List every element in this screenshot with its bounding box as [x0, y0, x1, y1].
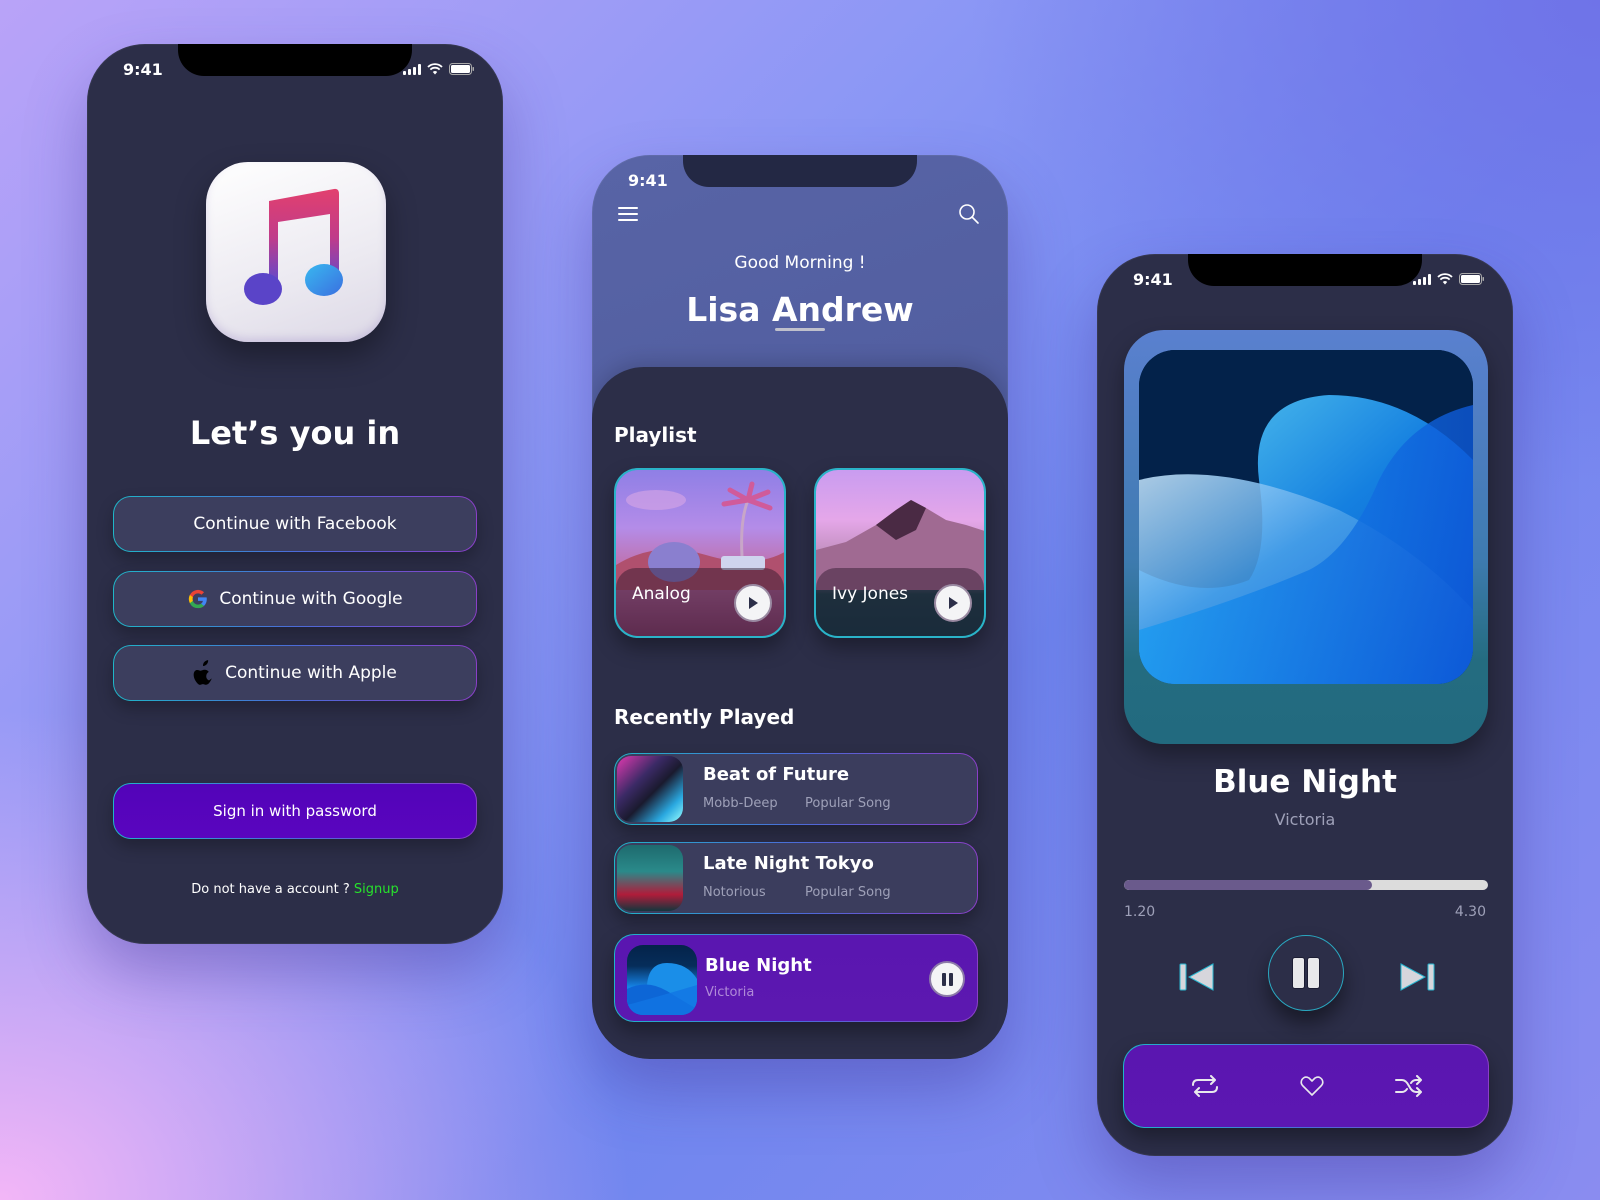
play-pause-button[interactable] — [1268, 935, 1344, 1011]
play-icon — [949, 597, 958, 609]
login-screen: 9:41 Let’s you in Continue with Facebook… — [87, 44, 503, 944]
track-tag: Popular Song — [805, 796, 891, 811]
search-icon[interactable] — [958, 203, 980, 225]
track-row[interactable]: Beat of Future Mobb-Deep Popular Song — [614, 753, 978, 825]
button-label: Continue with Apple — [225, 663, 397, 683]
battery-icon — [449, 63, 475, 75]
home-screen: 9:41 Good Morning ! Lisa Andrew Playlist… — [592, 155, 1008, 1059]
heart-icon — [1300, 1076, 1324, 1096]
repeat-icon — [1192, 1075, 1218, 1097]
now-playing-artist: Victoria — [705, 985, 755, 1000]
pause-icon — [941, 972, 946, 986]
battery-icon — [1459, 273, 1485, 285]
pause-icon — [1293, 958, 1304, 988]
google-icon — [189, 589, 208, 609]
total-time: 4.30 — [1454, 904, 1486, 920]
status-icons — [1413, 273, 1485, 285]
sign-in-password-button[interactable]: Sign in with password — [113, 783, 477, 839]
button-label: Continue with Google — [219, 589, 403, 609]
playlist-name: Ivy Jones — [832, 584, 909, 604]
track-row[interactable]: Late Night Tokyo Notorious Popular Song — [614, 842, 978, 914]
continue-google-button[interactable]: Continue with Google — [113, 571, 477, 627]
status-time: 9:41 — [1133, 270, 1173, 289]
signup-text: Do not have a account ? — [191, 882, 350, 897]
now-playing-bar[interactable]: Blue Night Victoria — [614, 934, 978, 1022]
status-time: 9:41 — [123, 60, 163, 79]
signal-icon — [403, 63, 421, 75]
login-title: Let’s you in — [189, 414, 401, 452]
track-artist: Notorious — [703, 885, 766, 900]
button-label: Sign in with password — [213, 802, 377, 820]
sheet-handle[interactable] — [775, 328, 825, 331]
repeat-button[interactable] — [1190, 1075, 1220, 1101]
pause-button[interactable] — [929, 961, 965, 997]
track-artist: Mobb-Deep — [703, 796, 778, 811]
wifi-icon — [427, 63, 443, 75]
status-time: 9:41 — [628, 171, 668, 190]
album-art-frame — [1124, 330, 1488, 744]
progress-slider[interactable] — [1124, 880, 1488, 890]
like-button[interactable] — [1300, 1075, 1324, 1101]
music-note-icon — [244, 188, 343, 305]
now-playing-title: Blue Night — [705, 955, 812, 976]
play-button[interactable] — [734, 584, 772, 622]
play-button[interactable] — [934, 584, 972, 622]
shuffle-icon — [1395, 1075, 1422, 1097]
signup-link[interactable]: Signup — [354, 882, 399, 897]
track-tag: Popular Song — [805, 885, 891, 900]
player-actions-bar — [1123, 1044, 1489, 1128]
recently-played-heading: Recently Played — [614, 705, 795, 729]
playlist-card-ivy-jones[interactable]: Ivy Jones — [814, 468, 986, 638]
status-icons — [403, 63, 475, 75]
notch — [683, 155, 917, 187]
progress-fill — [1124, 880, 1372, 890]
button-label: Continue with Facebook — [193, 514, 397, 534]
continue-apple-button[interactable]: Continue with Apple — [113, 645, 477, 701]
signup-prompt: Do not have a account ? Signup — [87, 882, 503, 897]
current-time: 1.20 — [1124, 904, 1156, 920]
music-app-logo — [206, 162, 386, 342]
playlist-heading: Playlist — [614, 423, 697, 447]
track-artwork — [617, 756, 683, 822]
user-name: Lisa Andrew — [686, 290, 914, 329]
album-artwork — [1139, 350, 1473, 684]
greeting-text: Good Morning ! — [734, 253, 866, 273]
player-screen: 9:41 Blue Night Victoria 1.20 4.30 — [1097, 254, 1513, 1156]
continue-facebook-button[interactable]: Continue with Facebook — [113, 496, 477, 552]
notch — [178, 44, 412, 76]
song-artist: Victoria — [1274, 810, 1336, 829]
apple-icon — [193, 660, 212, 685]
previous-button[interactable] — [1177, 961, 1217, 997]
wifi-icon — [1437, 273, 1453, 285]
notch — [1188, 254, 1422, 286]
playlist-card-analog[interactable]: Analog — [614, 468, 786, 638]
hamburger-menu-icon[interactable] — [618, 207, 638, 225]
skip-next-icon — [1400, 963, 1435, 991]
track-artwork — [617, 845, 683, 911]
signal-icon — [1413, 273, 1431, 285]
song-title: Blue Night — [1213, 764, 1397, 800]
track-title: Beat of Future — [703, 764, 850, 785]
track-title: Late Night Tokyo — [703, 853, 874, 874]
playlist-name: Analog — [632, 584, 691, 604]
next-button[interactable] — [1397, 961, 1437, 997]
shuffle-button[interactable] — [1394, 1075, 1424, 1101]
now-playing-artwork — [627, 945, 697, 1015]
skip-previous-icon — [1179, 963, 1214, 991]
play-icon — [749, 597, 758, 609]
